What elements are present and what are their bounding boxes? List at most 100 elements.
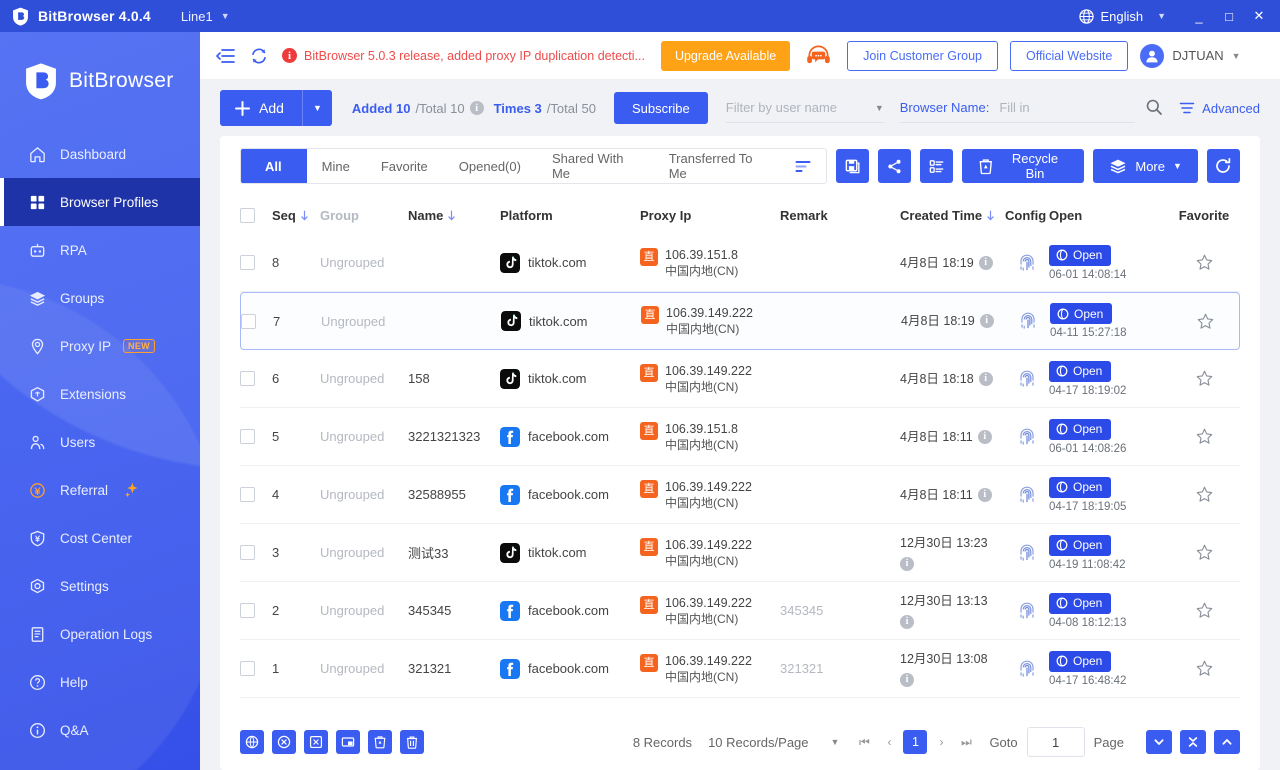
- row-checkbox[interactable]: [240, 429, 255, 444]
- favorite-star-icon[interactable]: [1195, 543, 1214, 562]
- search-button[interactable]: [1145, 98, 1163, 119]
- row-checkbox[interactable]: [240, 661, 255, 676]
- fingerprint-icon[interactable]: [1018, 601, 1036, 621]
- sidebar-item-browser-profiles[interactable]: Browser Profiles: [0, 178, 200, 226]
- fingerprint-icon[interactable]: [1019, 311, 1037, 331]
- tab-sort-button[interactable]: [782, 149, 826, 183]
- open-profile-button[interactable]: Open: [1049, 592, 1112, 614]
- footer-recycle-bin-button[interactable]: [368, 730, 392, 754]
- sidebar-item-help[interactable]: Help: [0, 658, 200, 706]
- row-info-icon[interactable]: i: [900, 673, 914, 687]
- sidebar-item-referral[interactable]: Referral: [0, 466, 200, 514]
- add-dropdown-button[interactable]: ▼: [301, 90, 332, 126]
- recycle-bin-button[interactable]: Recycle Bin: [962, 149, 1085, 183]
- added-info-icon[interactable]: i: [469, 101, 484, 115]
- sidebar-item-proxy-ip[interactable]: Proxy IP NEW: [0, 322, 200, 370]
- table-row[interactable]: 7 Ungrouped tiktok.com 直 106.39.149.222 中国内地(…: [240, 292, 1240, 350]
- collapse-toggle-button[interactable]: [1180, 730, 1206, 754]
- table-row[interactable]: 6 Ungrouped 158 tiktok.com 直 106.39.149.222 中国…: [240, 350, 1240, 408]
- header-name[interactable]: Name: [408, 208, 500, 223]
- sidebar-item-dashboard[interactable]: Dashboard: [0, 130, 200, 178]
- more-button[interactable]: More ▼: [1093, 149, 1198, 183]
- first-page-button[interactable]: ⏮: [853, 730, 875, 754]
- favorite-star-icon[interactable]: [1195, 427, 1214, 446]
- batch-save-button[interactable]: [835, 149, 869, 183]
- next-page-button[interactable]: ›: [930, 730, 952, 754]
- fingerprint-icon[interactable]: [1018, 485, 1036, 505]
- tab-opened[interactable]: Opened(0): [444, 149, 537, 183]
- sidebar-item-rpa[interactable]: RPA: [0, 226, 200, 274]
- row-checkbox[interactable]: [240, 545, 255, 560]
- open-profile-button[interactable]: Open: [1049, 418, 1112, 440]
- subscribe-button[interactable]: Subscribe: [613, 92, 708, 124]
- sidebar-item-qa[interactable]: Q&A: [0, 706, 200, 754]
- tab-transferred-to-me[interactable]: Transferred To Me: [654, 149, 782, 183]
- goto-page-input[interactable]: [1026, 727, 1085, 757]
- row-info-icon[interactable]: i: [978, 255, 993, 270]
- tab-all[interactable]: All: [241, 149, 307, 183]
- table-row[interactable]: 1 Ungrouped 321321 facebook.com 直 106.39.149.…: [240, 640, 1240, 698]
- close-selected-button[interactable]: [304, 730, 328, 754]
- row-info-icon[interactable]: i: [900, 557, 914, 571]
- notification-message[interactable]: i BitBrowser 5.0.3 release, added proxy …: [282, 48, 645, 63]
- table-row[interactable]: 3 Ungrouped 测试33 tiktok.com 直 106.39.149.222 中…: [240, 524, 1240, 582]
- user-filter-select[interactable]: Filter by user name ▼: [725, 93, 884, 123]
- open-profile-button[interactable]: Open: [1049, 476, 1112, 498]
- prev-page-button[interactable]: ‹: [878, 730, 900, 754]
- advanced-filter-button[interactable]: Advanced: [1179, 101, 1260, 116]
- window-arrange-button[interactable]: [336, 730, 360, 754]
- join-customer-group-button[interactable]: Join Customer Group: [847, 40, 998, 71]
- table-row[interactable]: 5 Ungrouped 3221321323 facebook.com 直 106.39.…: [240, 408, 1240, 466]
- fingerprint-icon[interactable]: [1018, 253, 1036, 273]
- language-selector[interactable]: English ▼: [1079, 9, 1166, 24]
- fingerprint-icon[interactable]: [1018, 427, 1036, 447]
- collapse-sidebar-button[interactable]: [214, 45, 236, 67]
- open-profile-button[interactable]: Open: [1049, 534, 1112, 556]
- maximize-button[interactable]: □: [1214, 2, 1244, 30]
- open-profile-button[interactable]: Open: [1049, 650, 1112, 672]
- sidebar-item-cost-center[interactable]: Cost Center: [0, 514, 200, 562]
- header-created-time[interactable]: Created Time: [900, 208, 1005, 223]
- row-checkbox[interactable]: [240, 255, 255, 270]
- row-info-icon[interactable]: i: [977, 429, 992, 444]
- tab-mine[interactable]: Mine: [307, 149, 366, 183]
- table-row[interactable]: 4 Ungrouped 32588955 facebook.com 直 106.39.14…: [240, 466, 1240, 524]
- fingerprint-icon[interactable]: [1018, 659, 1036, 679]
- favorite-star-icon[interactable]: [1195, 601, 1214, 620]
- last-page-button[interactable]: ⏭: [955, 730, 977, 754]
- scroll-down-button[interactable]: [1146, 730, 1172, 754]
- customer-support-headset-icon[interactable]: [805, 42, 832, 69]
- sidebar-item-operation-logs[interactable]: Operation Logs: [0, 610, 200, 658]
- open-profile-button[interactable]: Open: [1049, 360, 1112, 382]
- line-selector-label[interactable]: Line1: [181, 9, 213, 24]
- records-per-page-select[interactable]: 10 Records/Page ▼: [708, 735, 839, 750]
- scroll-up-button[interactable]: [1214, 730, 1240, 754]
- favorite-star-icon[interactable]: [1195, 369, 1214, 388]
- header-seq[interactable]: Seq: [272, 208, 320, 223]
- add-button[interactable]: Add: [220, 90, 302, 126]
- delete-button[interactable]: [400, 730, 424, 754]
- favorite-star-icon[interactable]: [1195, 659, 1214, 678]
- favorite-star-icon[interactable]: [1196, 312, 1215, 331]
- sidebar-item-extensions[interactable]: Extensions: [0, 370, 200, 418]
- column-settings-button[interactable]: [920, 149, 954, 183]
- sync-refresh-button[interactable]: [248, 45, 270, 67]
- upgrade-button[interactable]: Upgrade Available: [660, 40, 791, 71]
- row-checkbox[interactable]: [241, 313, 256, 329]
- sidebar-item-groups[interactable]: Groups: [0, 274, 200, 322]
- open-profile-button[interactable]: Open: [1049, 244, 1112, 266]
- row-info-icon[interactable]: i: [977, 487, 992, 502]
- row-checkbox[interactable]: [240, 487, 255, 502]
- fingerprint-icon[interactable]: [1018, 543, 1036, 563]
- open-profile-button[interactable]: Open: [1050, 303, 1113, 324]
- table-row[interactable]: 2 Ungrouped 345345 facebook.com 直 106.39.149.…: [240, 582, 1240, 640]
- tab-shared-with-me[interactable]: Shared With Me: [537, 149, 654, 183]
- row-info-icon[interactable]: i: [978, 371, 993, 386]
- line-selector-chevron-down-icon[interactable]: ▼: [221, 11, 230, 21]
- refresh-button[interactable]: [1206, 149, 1241, 183]
- favorite-star-icon[interactable]: [1195, 485, 1214, 504]
- select-all-checkbox[interactable]: [240, 207, 255, 223]
- favorite-star-icon[interactable]: [1195, 253, 1214, 272]
- table-row[interactable]: 8 Ungrouped tiktok.com 直 106.39.151.8 中国内地(CN…: [240, 234, 1240, 292]
- sidebar-item-settings[interactable]: Settings: [0, 562, 200, 610]
